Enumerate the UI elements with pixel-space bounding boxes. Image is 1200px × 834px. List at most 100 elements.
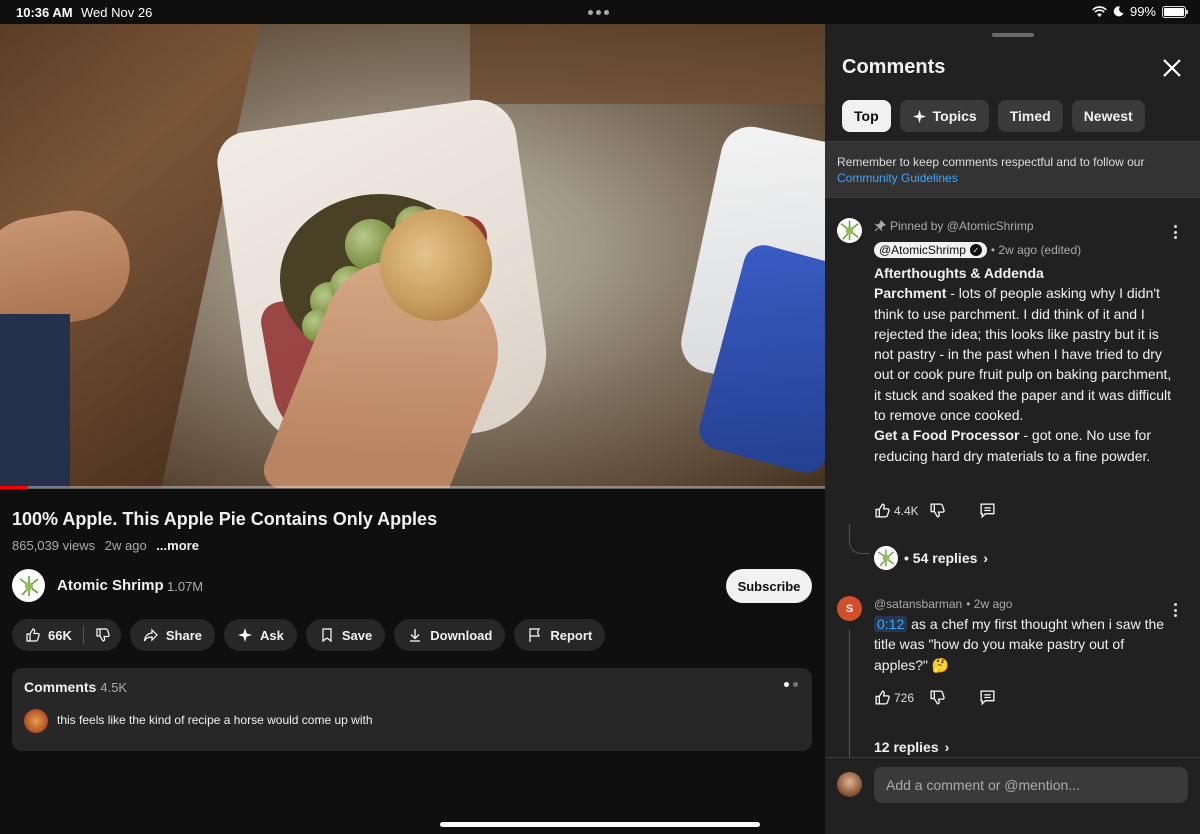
comment-meta: • 2w ago bbox=[966, 597, 1013, 611]
status-icons: 99% bbox=[1092, 4, 1188, 19]
replies-toggle[interactable]: • 54 replies › bbox=[874, 546, 988, 570]
download-icon bbox=[410, 629, 421, 642]
comment-body: 0:12 as a chef my first thought when i s… bbox=[874, 614, 1174, 675]
teaser-commenter-avatar bbox=[24, 709, 48, 733]
comment-actions: 726 bbox=[874, 689, 996, 706]
comment-author-chip[interactable]: @AtomicShrimp ✓ bbox=[874, 242, 987, 258]
tab-top[interactable]: Top bbox=[842, 100, 891, 132]
user-avatar[interactable] bbox=[837, 772, 862, 797]
comment-p2-heading: Get a Food Processor bbox=[874, 427, 1020, 444]
subscriber-count: 1.07M bbox=[167, 579, 204, 594]
comments-teaser-count: 4.5K bbox=[100, 680, 128, 695]
close-icon[interactable] bbox=[1161, 57, 1183, 79]
channel-name[interactable]: Atomic Shrimp bbox=[57, 577, 164, 594]
dislike-icon[interactable] bbox=[929, 689, 946, 706]
upload-age: 2w ago bbox=[104, 538, 147, 553]
report-label: Report bbox=[550, 627, 593, 643]
comment-author-row: @satansbarman • 2w ago bbox=[874, 597, 1012, 611]
community-guidelines-link[interactable]: Community Guidelines bbox=[837, 171, 958, 185]
status-bar: 10:36 AM Wed Nov 26 99% bbox=[0, 0, 1200, 24]
like-icon[interactable] bbox=[874, 502, 891, 519]
comments-panel: Comments Top Topics Timed Newest Remembe… bbox=[825, 24, 1200, 834]
home-indicator[interactable] bbox=[440, 822, 760, 827]
comment-composer bbox=[825, 757, 1200, 834]
subscribe-button[interactable]: Subscribe bbox=[726, 569, 812, 603]
video-info: 100% Apple. This Apple Pie Contains Only… bbox=[0, 489, 825, 834]
reply-icon[interactable] bbox=[979, 689, 996, 706]
dislike-icon[interactable] bbox=[95, 627, 111, 643]
dislike-icon[interactable] bbox=[929, 502, 946, 519]
comments-teaser-title: Comments 4.5K bbox=[24, 679, 127, 695]
download-button[interactable]: Download bbox=[394, 619, 506, 651]
ask-button[interactable]: Ask bbox=[224, 619, 297, 651]
comment-author-avatar[interactable]: S bbox=[837, 596, 862, 621]
comment-sort-tabs: Top Topics Timed Newest bbox=[842, 100, 1145, 132]
view-count: 865,039 views bbox=[12, 538, 96, 553]
replies-count: • 54 replies bbox=[904, 550, 978, 566]
status-time: 10:36 AM bbox=[16, 5, 73, 20]
tab-topics[interactable]: Topics bbox=[899, 100, 989, 132]
chevron-right-icon: › bbox=[983, 550, 989, 566]
comment-author-avatar[interactable] bbox=[837, 218, 862, 243]
bookmark-icon bbox=[322, 628, 332, 643]
timestamp-link[interactable]: 0:12 bbox=[874, 616, 908, 632]
comments-teaser-card[interactable]: Comments 4.5K this feels like the kind of… bbox=[12, 668, 812, 751]
replies-toggle[interactable]: 12 replies › bbox=[874, 739, 949, 755]
comments-teaser-label: Comments bbox=[24, 679, 97, 695]
flag-icon bbox=[529, 628, 541, 642]
teaser-comment-text: this feels like the kind of recipe a hor… bbox=[57, 713, 373, 727]
video-title: 100% Apple. This Apple Pie Contains Only… bbox=[12, 509, 438, 529]
video-frame-apple bbox=[380, 209, 492, 321]
comment-p1-text: - lots of people asking why I didn't thi… bbox=[874, 285, 1172, 424]
panel-title: Comments bbox=[842, 56, 946, 78]
moon-icon bbox=[1113, 6, 1124, 17]
like-icon[interactable] bbox=[874, 689, 891, 706]
comment-like-count: 726 bbox=[894, 690, 915, 705]
share-button[interactable]: Share bbox=[129, 619, 215, 651]
wifi-icon bbox=[1092, 5, 1107, 17]
save-button[interactable]: Save bbox=[305, 619, 386, 651]
tab-timed[interactable]: Timed bbox=[997, 100, 1063, 132]
share-label: Share bbox=[165, 627, 202, 643]
comment-body: Afterthoughts & Addenda Parchment - lots… bbox=[874, 263, 1174, 466]
like-count[interactable]: 66K bbox=[48, 628, 72, 643]
sparkle-icon bbox=[912, 109, 926, 123]
description-more-link[interactable]: ...more bbox=[156, 538, 199, 553]
comment-more-button[interactable] bbox=[1167, 224, 1183, 240]
action-bar: 66K Share Ask Save Download Report bbox=[12, 619, 606, 651]
chevron-right-icon: › bbox=[944, 739, 950, 755]
comment-author-row: @AtomicShrimp ✓ • 2w ago (edited) bbox=[874, 242, 1081, 258]
download-label: Download bbox=[430, 627, 493, 643]
notice-text: Remember to keep comments respectful and… bbox=[837, 155, 1145, 169]
like-dislike-group: 66K bbox=[12, 619, 121, 651]
comment-like-count: 4.4K bbox=[894, 503, 919, 518]
comment-heading: Afterthoughts & Addenda bbox=[874, 265, 1044, 281]
reply-icon[interactable] bbox=[979, 502, 996, 519]
panel-drag-handle[interactable] bbox=[992, 33, 1034, 37]
comment-input[interactable] bbox=[874, 767, 1188, 803]
report-button[interactable]: Report bbox=[514, 619, 606, 651]
comment-p1-heading: Parchment bbox=[874, 285, 947, 302]
comment-actions: 4.4K bbox=[874, 502, 996, 519]
replies-count: 12 replies bbox=[874, 739, 939, 755]
video-meta[interactable]: 865,039 views 2w ago ...more bbox=[12, 538, 199, 553]
save-label: Save bbox=[341, 627, 373, 643]
sparkle-icon bbox=[238, 628, 252, 642]
comment-author[interactable]: @satansbarman bbox=[874, 597, 962, 611]
ask-label: Ask bbox=[260, 627, 284, 643]
comment-item: S @satansbarman • 2w ago 0:12 as a chef … bbox=[825, 592, 1200, 770]
battery-percent: 99% bbox=[1129, 4, 1156, 19]
comment-text: as a chef my first thought when i saw th… bbox=[874, 616, 1165, 673]
video-player[interactable] bbox=[0, 24, 825, 488]
reply-thread-line bbox=[849, 524, 869, 554]
channel-avatar[interactable] bbox=[12, 569, 45, 602]
multitasking-dots[interactable] bbox=[588, 10, 609, 15]
shrimp-logo-icon bbox=[878, 549, 895, 567]
comment-meta: • 2w ago (edited) bbox=[990, 243, 1082, 257]
like-icon[interactable] bbox=[25, 627, 41, 643]
tab-timed-label: Timed bbox=[1009, 108, 1051, 124]
tab-newest[interactable]: Newest bbox=[1071, 100, 1145, 132]
verified-icon: ✓ bbox=[969, 244, 982, 256]
tab-topics-label: Topics bbox=[932, 108, 977, 124]
comment-author: @AtomicShrimp bbox=[879, 243, 966, 257]
